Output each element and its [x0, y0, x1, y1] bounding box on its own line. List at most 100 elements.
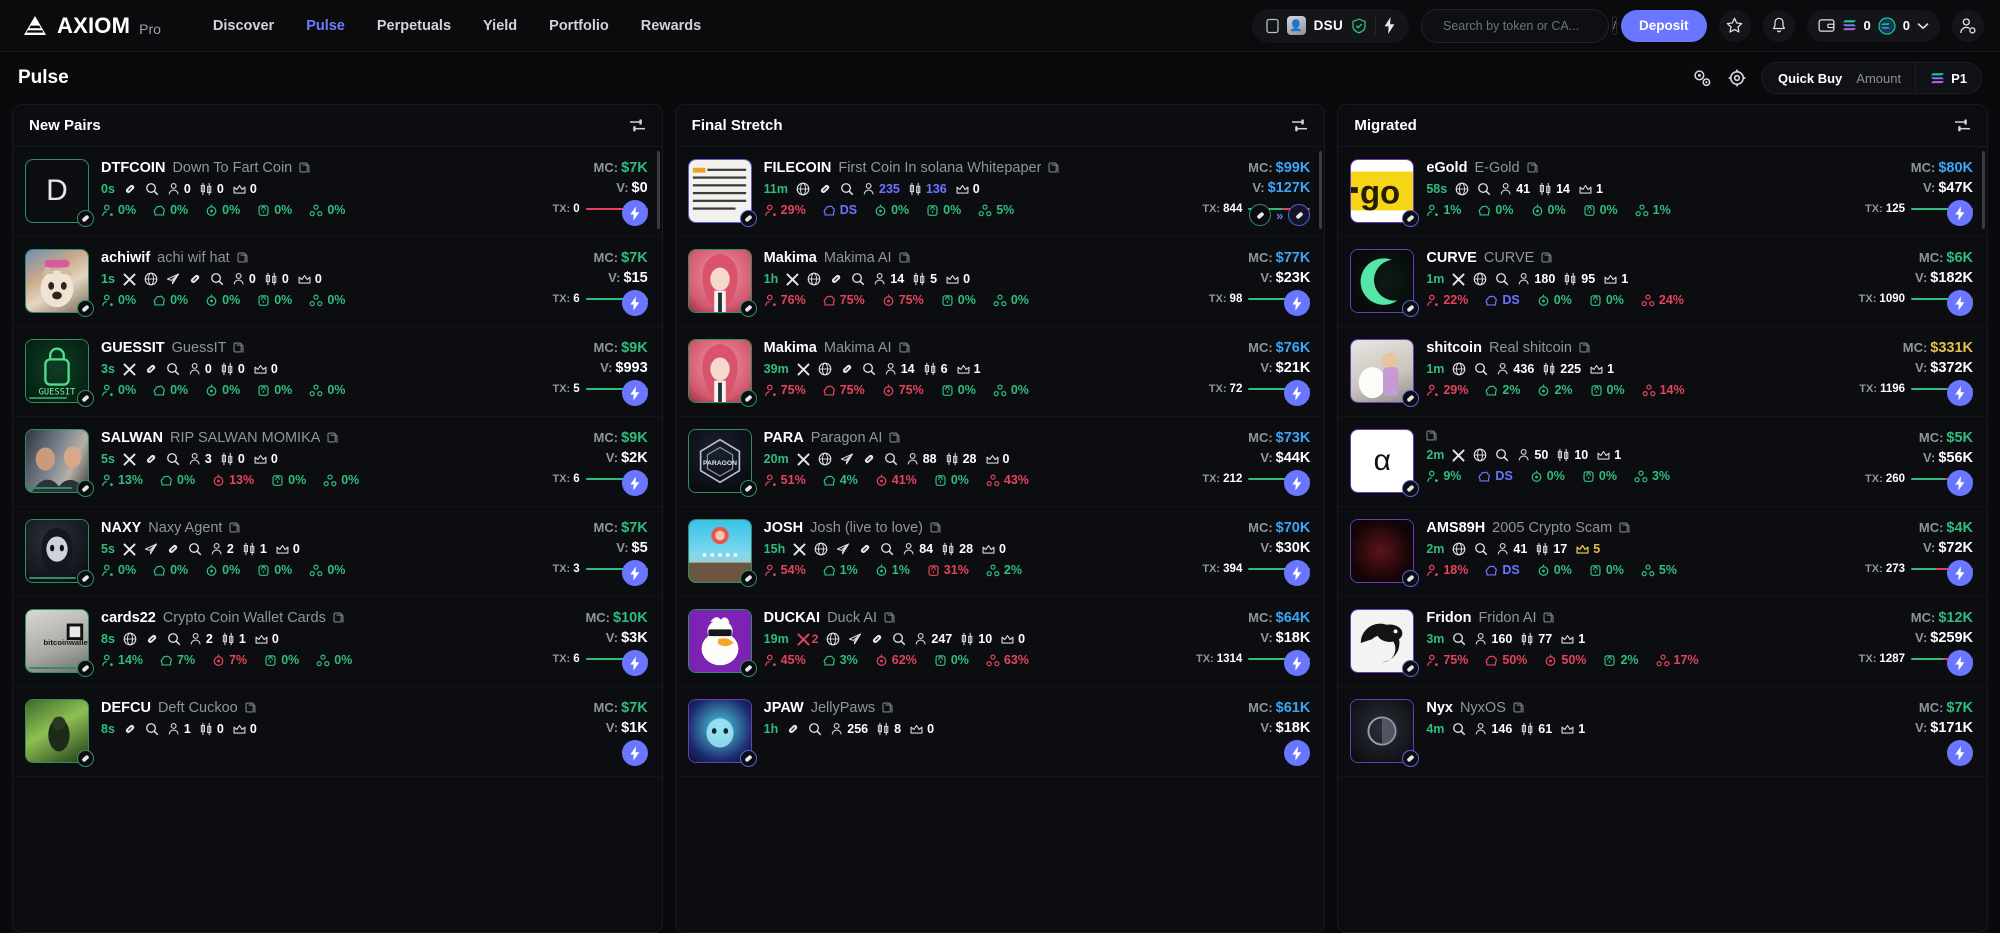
- token-avatar-wrap[interactable]: [25, 249, 94, 317]
- token-avatar-wrap[interactable]: [687, 519, 757, 587]
- token-row[interactable]: AMS89H 2005 Crypto Scam 2m 41 17 5 18% DS 0% 0…: [1338, 507, 1988, 597]
- social-link-search[interactable]: [1495, 272, 1509, 286]
- quick-buy-button[interactable]: [621, 290, 648, 316]
- copy-address-icon[interactable]: [237, 252, 249, 264]
- social-link-search[interactable]: [840, 182, 854, 196]
- copy-address-icon[interactable]: [1426, 430, 1438, 442]
- copy-address-icon[interactable]: [229, 522, 241, 534]
- preset-selector[interactable]: P1: [1916, 71, 1981, 86]
- token-avatar-wrap[interactable]: [1350, 609, 1420, 677]
- social-link-search[interactable]: [884, 452, 898, 466]
- deposit-button[interactable]: Deposit: [1621, 9, 1707, 42]
- search-input[interactable]: [1443, 18, 1605, 33]
- quick-buy-button[interactable]: [621, 470, 648, 496]
- social-link-x2[interactable]: 2: [796, 632, 818, 646]
- token-row[interactable]: FILECOIN First Coin In solana Whitepaper …: [675, 147, 1325, 237]
- social-link-pill[interactable]: [123, 182, 137, 196]
- lightning-icon[interactable]: [1384, 17, 1395, 34]
- quick-buy-button[interactable]: [621, 380, 648, 406]
- social-link-pill[interactable]: [144, 362, 158, 376]
- social-link-x[interactable]: [1452, 448, 1466, 462]
- social-link-search[interactable]: [808, 722, 822, 736]
- nav-item-portfolio[interactable]: Portfolio: [549, 18, 609, 34]
- token-row[interactable]: JPAW JellyPaws 1h 256 8 0 MC: $61K V: $18K: [675, 687, 1325, 777]
- quick-buy-button[interactable]: [1947, 380, 1974, 406]
- token-row[interactable]: Fridon Fridon AI 3m 160 77 1 75% 50% 50% 2% 17%…: [1338, 597, 1988, 687]
- social-link-search[interactable]: [1474, 542, 1488, 556]
- quick-buy-action-button[interactable]: [1288, 204, 1311, 226]
- copy-address-icon[interactable]: [930, 522, 942, 534]
- quick-buy-button[interactable]: [1284, 740, 1311, 766]
- gear-icon[interactable]: [1727, 68, 1747, 88]
- token-avatar-wrap[interactable]: [1350, 339, 1420, 407]
- social-link-search[interactable]: [1477, 182, 1491, 196]
- scrollbar-thumb[interactable]: [1982, 151, 1986, 229]
- nav-item-yield[interactable]: Yield: [483, 18, 517, 34]
- copy-address-icon[interactable]: [333, 612, 345, 624]
- token-row[interactable]: NAXY Naxy Agent 5s 2 1 0 0% 0% 0% 0% 0% MC: $7K …: [13, 507, 662, 597]
- social-link-search[interactable]: [188, 542, 202, 556]
- social-link-search[interactable]: [145, 722, 159, 736]
- social-link-globe[interactable]: [807, 272, 821, 286]
- social-link-globe[interactable]: [818, 362, 832, 376]
- notifications-button[interactable]: [1762, 9, 1795, 42]
- social-link-search[interactable]: [1452, 632, 1466, 646]
- nav-item-discover[interactable]: Discover: [213, 18, 274, 34]
- quick-buy-label[interactable]: Quick Buy: [1762, 71, 1854, 86]
- column-list[interactable]: go eGold E-Gold 58s 41 14 1 1% 0% 0% 0% 1% MC: $…: [1338, 147, 1988, 932]
- social-link-search[interactable]: [166, 452, 180, 466]
- token-row[interactable]: bitcoinwallet cards22 Crypto Coin Wallet …: [13, 597, 662, 687]
- token-row[interactable]: JOSH Josh (live to love) 15h 84 28 0 54% 1% 1…: [675, 507, 1325, 597]
- quick-buy-button[interactable]: [1947, 200, 1974, 226]
- copy-address-icon[interactable]: [1543, 612, 1555, 624]
- token-avatar-wrap[interactable]: [25, 699, 94, 767]
- social-link-x[interactable]: [123, 362, 136, 376]
- social-link-search[interactable]: [851, 272, 865, 286]
- social-link-globe[interactable]: [826, 632, 840, 646]
- copy-address-icon[interactable]: [1541, 252, 1553, 264]
- token-avatar-wrap[interactable]: [687, 339, 757, 407]
- social-link-x[interactable]: [796, 452, 810, 466]
- global-search-box[interactable]: /: [1421, 8, 1618, 43]
- social-link-pill[interactable]: [858, 542, 872, 556]
- quick-buy-button[interactable]: [1947, 740, 1974, 766]
- copy-address-icon[interactable]: [1513, 702, 1525, 714]
- copy-address-icon[interactable]: [299, 162, 311, 174]
- token-avatar-wrap[interactable]: [687, 699, 757, 767]
- token-avatar-wrap[interactable]: D: [25, 159, 94, 227]
- copy-address-icon[interactable]: [884, 612, 896, 624]
- social-link-globe[interactable]: [1452, 542, 1466, 556]
- token-avatar-wrap[interactable]: [25, 519, 94, 587]
- copy-address-icon[interactable]: [327, 432, 339, 444]
- nav-item-pulse[interactable]: Pulse: [306, 18, 345, 34]
- pill-action-button[interactable]: [1249, 204, 1272, 226]
- token-avatar-wrap[interactable]: [687, 159, 757, 227]
- copy-address-icon[interactable]: [1048, 162, 1060, 174]
- quick-buy-button[interactable]: [1284, 290, 1311, 316]
- social-link-search[interactable]: [1474, 362, 1488, 376]
- token-row[interactable]: SALWAN RIP SALWAN MOMIKA 5s 3 0 0 13% 0% 13% 0…: [13, 417, 662, 507]
- token-avatar-wrap[interactable]: go: [1350, 159, 1420, 227]
- social-link-pill[interactable]: [786, 722, 800, 736]
- token-row[interactable]: Nyx NyxOS 4m 146 61 1 MC: $7K V: $171K: [1338, 687, 1988, 777]
- quick-buy-button[interactable]: [621, 560, 648, 586]
- social-link-search[interactable]: [880, 542, 894, 556]
- token-row[interactable]: Makima Makima AI 1h 14 5 0 76% 75% 75% 0% 0% MC…: [675, 237, 1325, 327]
- quick-buy-button[interactable]: [1284, 560, 1311, 586]
- social-link-x[interactable]: [786, 272, 800, 286]
- social-link-telegram[interactable]: [166, 272, 180, 286]
- copy-address-icon[interactable]: [1579, 342, 1591, 354]
- copy-address-icon[interactable]: [245, 702, 257, 714]
- quick-buy-amount-field[interactable]: Amount: [1854, 71, 1915, 86]
- scrollbar-thumb[interactable]: [656, 151, 660, 229]
- copy-address-icon[interactable]: [1527, 162, 1539, 174]
- copy-address-icon[interactable]: [233, 342, 245, 354]
- social-link-search[interactable]: [167, 632, 181, 646]
- social-link-x[interactable]: [123, 542, 136, 556]
- social-link-x[interactable]: [123, 272, 136, 286]
- social-link-telegram[interactable]: [840, 452, 854, 466]
- token-avatar-wrap[interactable]: [1350, 519, 1420, 587]
- quick-buy-button[interactable]: [1947, 650, 1974, 676]
- social-link-globe[interactable]: [123, 632, 137, 646]
- social-link-globe[interactable]: [1455, 182, 1469, 196]
